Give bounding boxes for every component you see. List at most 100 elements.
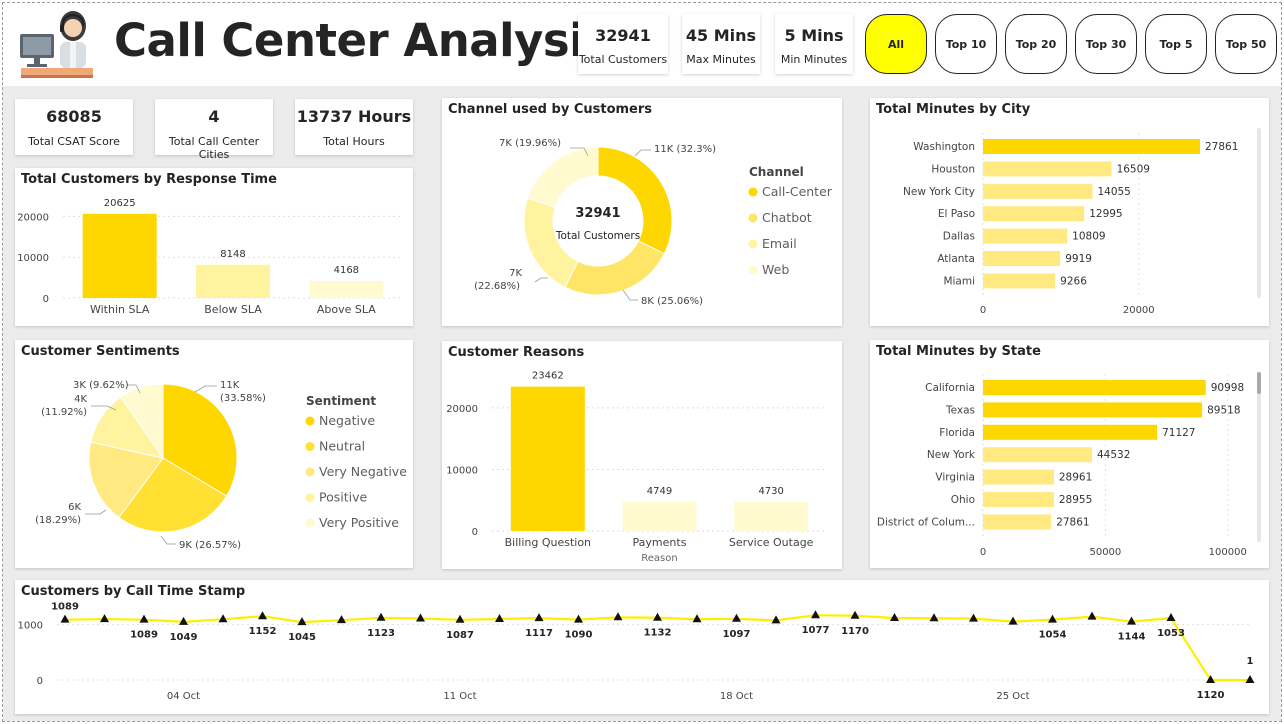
y-tick-label: Ohio: [951, 494, 975, 506]
x-tick-label: Payments: [633, 536, 687, 549]
city-chart: 0 20000 Washington 27861 Houston 16509 New Yor…: [903, 133, 1238, 316]
slice-label: 6K: [68, 502, 81, 513]
city-scrollbar[interactable]: [1257, 128, 1261, 298]
data-point: [1087, 611, 1097, 620]
kpi-total-hours: 13737 Hours Total Hours: [295, 99, 413, 155]
legend-marker: [305, 416, 315, 426]
y-tick-label: New York City: [903, 186, 975, 198]
bar: [983, 206, 1085, 222]
legend-title: Channel: [749, 165, 804, 179]
kpi-value: 68085: [46, 107, 102, 126]
data-label: 1045: [288, 632, 316, 643]
slice-label: (11.92%): [41, 407, 87, 418]
legend-marker: [305, 442, 315, 451]
response-time-card: Total Customers by Response Time 0 10000 2…: [15, 168, 413, 326]
y-tick-label: Miami: [943, 275, 975, 287]
y-tick-label: Virginia: [935, 472, 975, 484]
data-label: 27861: [1205, 141, 1238, 153]
reasons-card: Customer Reasons 0 10000 20000 23462 Billing…: [442, 341, 842, 569]
timestamp-chart: 0 1000 1089 1089 1049 1152 1045 1123 1087 1117 109…: [18, 602, 1255, 702]
bar: [983, 514, 1052, 530]
state-scroll-thumb[interactable]: [1257, 372, 1261, 394]
data-label: 1144: [1118, 632, 1146, 643]
channel-card: Channel used by Customers 11K (32.3%) 8K …: [442, 98, 842, 326]
data-label: 1117: [525, 628, 553, 639]
bar: [734, 501, 809, 531]
data-point: [1166, 612, 1176, 621]
y-tick-label: Houston: [931, 163, 975, 175]
data-label: 1: [1247, 656, 1254, 667]
leader-line: [622, 289, 638, 301]
slice-label: 3K (9.62%): [73, 380, 129, 391]
data-label: 10809: [1072, 231, 1105, 243]
x-tick-label: 100000: [1209, 547, 1247, 558]
kpi-csat-score: 68085 Total CSAT Score: [15, 99, 133, 155]
filter-top20-button[interactable]: Top 20: [1005, 14, 1067, 74]
data-label: 1054: [1039, 630, 1067, 641]
y-tick-label: 10000: [446, 465, 478, 476]
y-tick-label: 20000: [17, 212, 49, 223]
filter-top5-button[interactable]: Top 5: [1145, 14, 1207, 74]
data-label: 1097: [723, 629, 751, 640]
legend-marker: [748, 187, 758, 197]
data-label: 9266: [1060, 275, 1087, 287]
x-tick-label: 04 Oct: [167, 691, 200, 702]
bar: [983, 228, 1068, 244]
kpi-label: Min Minutes: [780, 53, 848, 66]
bar: [983, 183, 1093, 199]
legend-label: Negative: [319, 413, 375, 428]
data-label: 28955: [1059, 494, 1092, 506]
slice-label: 9K (26.57%): [179, 540, 241, 551]
kpi-call-center-cities: 4 Total Call Center Cities: [155, 99, 273, 161]
kpi-label: Max Minutes: [686, 53, 756, 66]
y-tick-label: Texas: [945, 404, 975, 416]
kpi-label: Total Hours: [323, 135, 385, 148]
pie-slice: [527, 146, 599, 208]
data-label: 44532: [1097, 449, 1130, 461]
kpi-value: 4: [208, 107, 220, 126]
timestamp-card: Customers by Call Time Stamp 0 1000 1089 10…: [15, 580, 1269, 714]
data-label: 27861: [1056, 516, 1089, 528]
data-label: 28961: [1059, 472, 1092, 484]
filter-top30-button[interactable]: Top 30: [1075, 14, 1137, 74]
pie-slice: [523, 197, 579, 288]
channel-chart: 11K (32.3%) 8K (25.06%) 7K (22.68%) 7K (19.9…: [474, 138, 833, 307]
bar: [196, 264, 270, 298]
legend-marker: [305, 467, 315, 477]
kpi-value: 32941: [595, 26, 651, 45]
legend-marker: [748, 265, 758, 275]
legend-label: Chatbot: [762, 210, 812, 225]
x-tick-label: 0: [980, 547, 986, 558]
filter-all-button[interactable]: All: [865, 14, 927, 74]
data-label: 14055: [1097, 186, 1130, 198]
filter-top10-button[interactable]: Top 10: [935, 14, 997, 74]
data-label: 9919: [1065, 253, 1092, 265]
slice-label: (22.68%): [474, 281, 520, 292]
bar: [983, 273, 1056, 289]
legend-title: Sentiment: [306, 394, 376, 408]
slice-label: 11K (32.3%): [654, 144, 716, 155]
kpi-min-minutes: 5 Mins Min Minutes: [775, 14, 853, 74]
call-agent-icon: [18, 6, 96, 80]
sentiment-chart: 11K (33.58%) 9K (26.57%) 6K (18.29%) 4K (11.92…: [35, 380, 407, 551]
state-scrollbar[interactable]: [1257, 372, 1261, 542]
kpi-label: Total CSAT Score: [28, 135, 120, 148]
x-tick-label: 0: [980, 305, 986, 316]
leader-line: [194, 385, 217, 393]
data-label: 1152: [249, 626, 277, 637]
state-chart: 0 50000 100000 California 90998 Texas 89518 Flo…: [877, 374, 1247, 558]
y-tick-label: Washington: [913, 141, 975, 153]
data-label: 4168: [334, 265, 359, 276]
data-label: 8148: [220, 249, 245, 260]
kpi-value: 45 Mins: [685, 26, 757, 45]
y-tick-label: Dallas: [943, 231, 975, 243]
data-label: 1087: [446, 630, 474, 641]
bar: [983, 492, 1054, 507]
data-label: 1123: [367, 628, 395, 639]
filter-top50-button[interactable]: Top 50: [1215, 14, 1277, 74]
x-tick-label: Within SLA: [90, 303, 150, 316]
leader-line: [634, 149, 651, 157]
bar: [983, 469, 1054, 485]
kpi-label: Total Customers: [578, 53, 668, 66]
leader-line: [85, 509, 107, 515]
